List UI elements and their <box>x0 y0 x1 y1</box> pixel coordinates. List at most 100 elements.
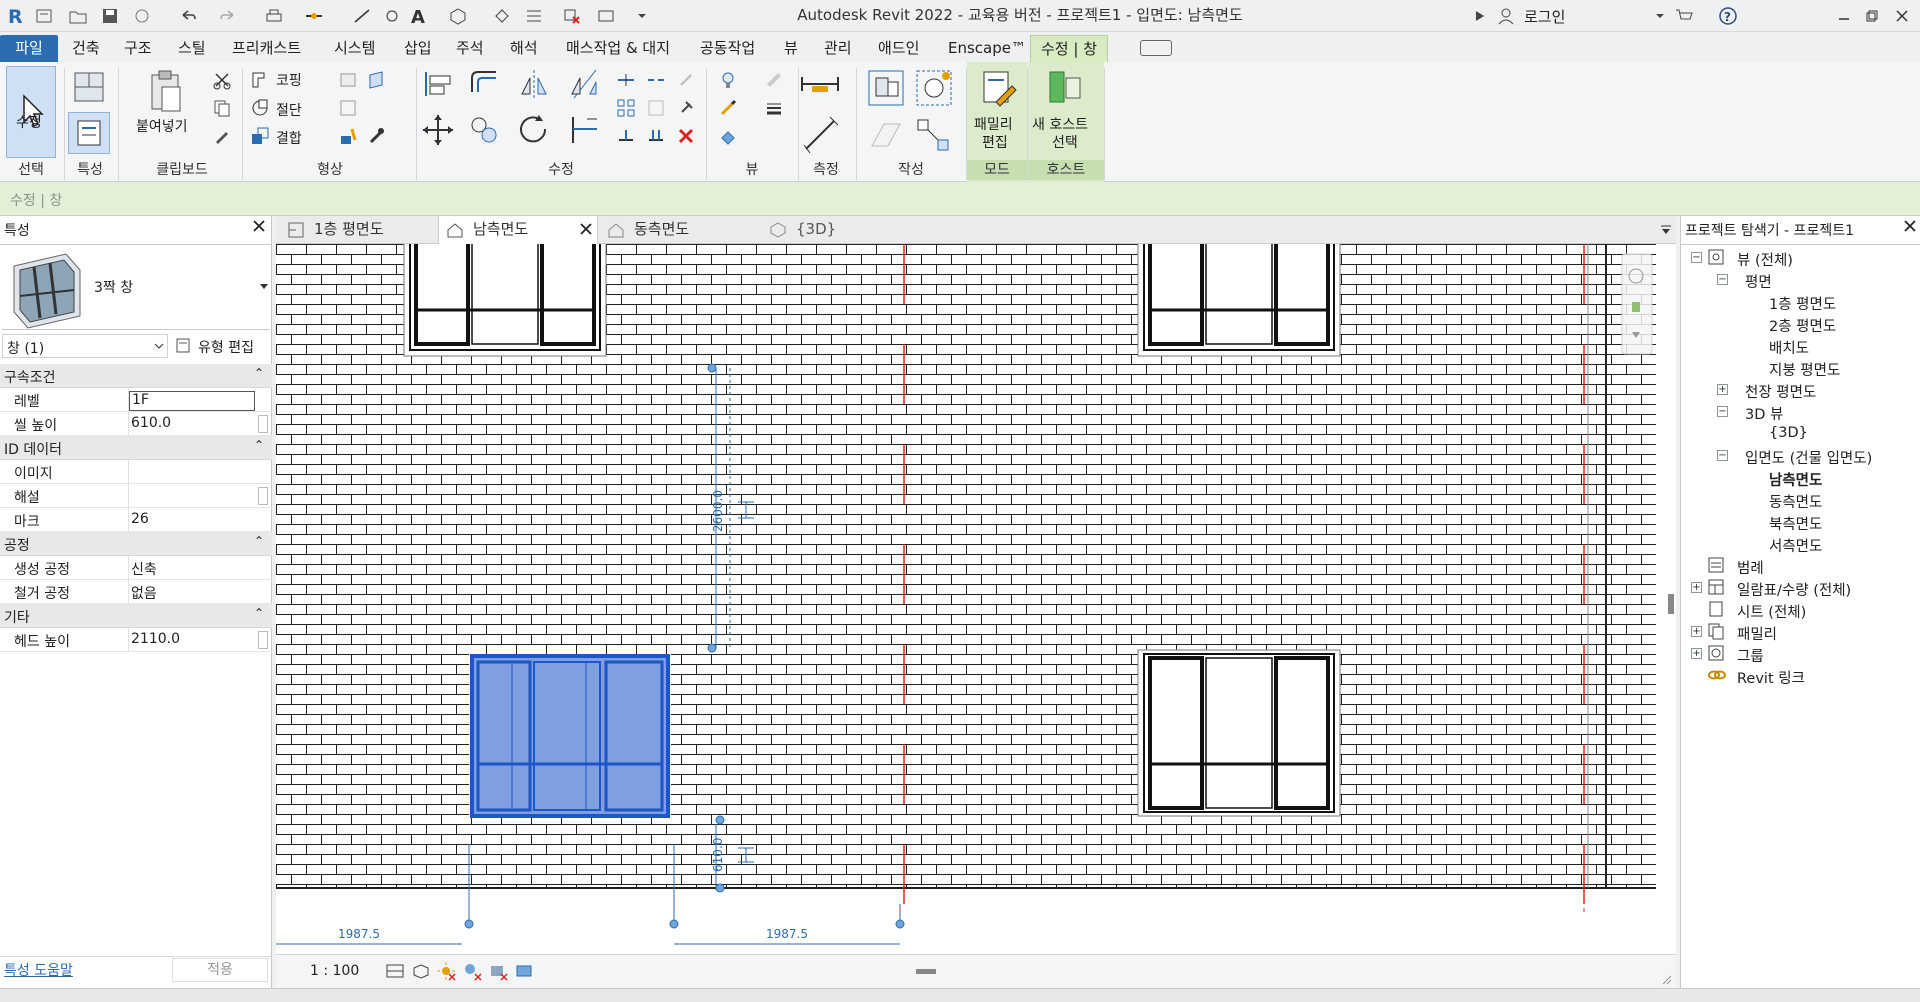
expand-toggle[interactable]: + <box>1691 582 1702 593</box>
tab-list-dropdown-icon[interactable] <box>1660 224 1672 236</box>
sun-path-icon[interactable] <box>436 961 456 981</box>
tab-collaborate[interactable]: 공동작업 <box>696 35 759 62</box>
close-hidden-qa-icon[interactable] <box>560 4 584 28</box>
copy-element-icon[interactable] <box>466 108 502 152</box>
selected-window[interactable] <box>469 654 671 818</box>
dimension-upper-value[interactable]: 2600.0 <box>711 490 725 532</box>
expand-toggle[interactable]: + <box>1717 384 1728 395</box>
align-icon[interactable] <box>420 66 456 102</box>
browser-node-west-elevation[interactable]: 서측면도 <box>1769 535 1822 556</box>
remove-paint-icon[interactable] <box>364 124 388 148</box>
tab-systems[interactable]: 시스템 <box>330 35 379 62</box>
sill-height-field[interactable]: 610.0 <box>129 415 255 435</box>
section-qa-icon[interactable] <box>490 4 514 28</box>
3d-view-qa-icon[interactable] <box>446 4 470 28</box>
edit-type-button[interactable]: 유형 편집 <box>172 334 270 358</box>
trim-multiple-icon[interactable] <box>644 124 668 148</box>
tab-close-icon[interactable] <box>579 222 593 236</box>
type-properties-icon[interactable] <box>68 112 110 154</box>
tab-modify-window[interactable]: 수정 | 창 <box>1030 35 1108 62</box>
redo-icon[interactable] <box>216 4 240 28</box>
mirror-draw-axis-icon[interactable] <box>566 66 602 102</box>
property-row[interactable]: 철거 공정 없음 <box>0 580 272 604</box>
login-button[interactable]: 로그인 <box>1524 6 1565 27</box>
offset-icon[interactable] <box>466 66 502 102</box>
browser-node-east-elevation[interactable]: 동측면도 <box>1769 491 1822 512</box>
tab-addins[interactable]: 애드인 <box>874 35 923 62</box>
create-group-icon[interactable] <box>912 114 956 158</box>
measure-between-icon[interactable] <box>796 68 844 100</box>
join-icon[interactable] <box>248 124 272 148</box>
property-row[interactable]: 이미지 <box>0 460 272 484</box>
aligned-dimension-icon[interactable] <box>796 114 844 156</box>
browser-node-roof-plan[interactable]: 지붕 평면도 <box>1769 359 1840 380</box>
override-graphics-icon[interactable] <box>762 68 786 92</box>
property-row[interactable]: 마크 26 <box>0 508 272 532</box>
canvas-scrollbar-thumb[interactable] <box>1668 594 1674 614</box>
mark-field[interactable]: 26 <box>129 511 255 531</box>
collapse-toggle[interactable]: − <box>1717 450 1728 461</box>
browser-node-schedules[interactable]: 일람표/수량 (전체) <box>1737 579 1851 600</box>
info-center-icon[interactable] <box>1468 4 1492 28</box>
match-type-icon[interactable] <box>210 124 234 148</box>
revit-logo-icon[interactable]: R <box>4 4 28 28</box>
tab-view[interactable]: 뷰 <box>780 35 802 62</box>
navigation-bar[interactable] <box>1621 253 1653 355</box>
linework-icon[interactable] <box>716 96 740 120</box>
save-icon[interactable] <box>98 4 122 28</box>
split-face-icon[interactable] <box>364 68 388 92</box>
tab-view-east-elevation[interactable]: 동측면도 <box>600 216 760 244</box>
apply-button[interactable]: 적용 <box>172 958 268 982</box>
browser-node-elevations[interactable]: 입면도 (건물 입면도) <box>1745 447 1872 468</box>
elevation-drawing[interactable]: 2600.0 610.0 1987.5 1987.5 <box>276 244 1676 954</box>
show-crop-region-icon[interactable] <box>514 961 534 981</box>
section-constraints[interactable]: 구속조건 ⌃ <box>0 364 272 388</box>
window-lower-right[interactable] <box>1137 649 1341 817</box>
tag-qa-icon[interactable] <box>380 4 404 28</box>
paste-icon[interactable] <box>140 66 192 116</box>
view-scale[interactable]: 1 : 100 <box>310 963 359 979</box>
browser-node-ceiling-plans[interactable]: 천장 평면도 <box>1745 381 1816 402</box>
horizontal-scroll-thumb[interactable] <box>916 969 936 974</box>
mirror-pick-axis-icon[interactable] <box>516 66 552 102</box>
image-field[interactable] <box>129 463 255 483</box>
measure-qa-icon[interactable] <box>302 4 326 28</box>
head-height-field[interactable]: 2110.0 <box>129 631 255 651</box>
text-qa-icon[interactable]: A <box>406 4 430 28</box>
open-folder-icon[interactable] <box>66 4 90 28</box>
browser-node-revit-links[interactable]: Revit 링크 <box>1737 667 1805 688</box>
expand-toggle[interactable]: + <box>1691 648 1702 659</box>
move-icon[interactable] <box>420 108 456 152</box>
browser-node-legends[interactable]: 범례 <box>1737 557 1764 578</box>
tab-massing-site[interactable]: 매스작업 & 대지 <box>562 35 674 62</box>
rotate-icon[interactable] <box>516 108 552 152</box>
browser-node-site-plan[interactable]: 배치도 <box>1769 337 1809 358</box>
crop-view-icon[interactable] <box>488 961 508 981</box>
section-phasing[interactable]: 공정 ⌃ <box>0 532 272 556</box>
cut-geometry-label[interactable]: 절단 <box>276 100 302 120</box>
edit-family-icon[interactable] <box>976 66 1020 110</box>
tab-steel[interactable]: 스틸 <box>174 35 210 62</box>
pin-icon[interactable] <box>674 96 698 120</box>
phase-created-field[interactable]: 신축 <box>129 559 255 579</box>
collapse-toggle[interactable]: − <box>1691 252 1702 263</box>
browser-node-3d[interactable]: {3D} <box>1769 425 1808 441</box>
section-other[interactable]: 기타 ⌃ <box>0 604 272 628</box>
row-button[interactable] <box>258 631 268 649</box>
pick-host-label-1[interactable]: 새 호스트 <box>1032 114 1088 134</box>
phase-demolished-field[interactable]: 없음 <box>129 583 255 603</box>
browser-node-groups[interactable]: 그룹 <box>1737 645 1764 666</box>
dimension-bottom-right-value[interactable]: 1987.5 <box>766 927 808 941</box>
cut-geometry-icon[interactable] <box>248 96 272 120</box>
paint-icon[interactable] <box>336 124 360 148</box>
expand-toggle[interactable]: + <box>1691 626 1702 637</box>
properties-icon[interactable] <box>68 66 110 108</box>
cart-icon[interactable] <box>1672 4 1696 28</box>
collapse-toggle[interactable]: − <box>1717 406 1728 417</box>
property-row[interactable]: 씰 높이 610.0 <box>0 412 272 436</box>
cope-icon[interactable] <box>248 68 272 92</box>
browser-node-floor-plan-2[interactable]: 2층 평면도 <box>1769 315 1836 336</box>
tab-file[interactable]: 파일 <box>0 35 58 62</box>
pick-host-label-2[interactable]: 선택 <box>1052 132 1078 152</box>
window-upper-left[interactable] <box>403 244 607 357</box>
